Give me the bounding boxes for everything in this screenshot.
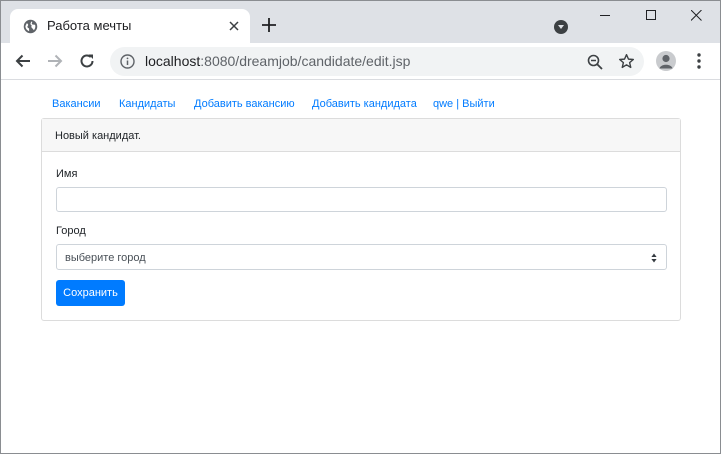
close-window-button[interactable] [674, 1, 720, 31]
avatar-icon [659, 54, 673, 69]
more-vert-icon[interactable] [697, 53, 701, 69]
close-icon [691, 10, 702, 21]
url-text: localhost:8080/dreamjob/candidate/edit.j… [145, 53, 410, 69]
globe-icon [23, 19, 38, 34]
tab-strip: Работа мечты [1, 1, 720, 43]
browser-tab[interactable]: Работа мечты [10, 9, 250, 43]
reload-icon[interactable] [78, 52, 96, 70]
tab-search-chevron-down-icon[interactable] [554, 20, 568, 34]
nav-link-add-vacancy[interactable]: Добавить вакансию [194, 98, 295, 110]
minimize-icon [600, 15, 610, 16]
city-label: Город [56, 225, 86, 237]
address-bar[interactable]: localhost:8080/dreamjob/candidate/edit.j… [110, 47, 644, 76]
browser-window: Работа мечты localhost:8080/dreamjob/can… [0, 0, 721, 454]
new-tab-plus-icon[interactable] [262, 18, 276, 32]
page-content: Вакансии Кандидаты Добавить вакансию Доб… [1, 81, 720, 453]
save-button[interactable]: Сохранить [56, 280, 125, 306]
url-host: localhost [145, 53, 201, 69]
tab-title: Работа мечты [47, 18, 132, 33]
url-path: :8080/dreamjob/candidate/edit.jsp [200, 53, 411, 69]
nav-link-add-candidate[interactable]: Добавить кандидата [312, 98, 417, 110]
site-info-icon[interactable] [120, 54, 135, 69]
card-header: Новый кандидат. [42, 119, 680, 152]
back-arrow-icon[interactable] [14, 52, 32, 70]
bookmark-star-icon[interactable] [618, 53, 635, 70]
maximize-icon [646, 10, 656, 20]
nav-link-candidates[interactable]: Кандидаты [119, 98, 175, 110]
city-select-value: выберите город [65, 252, 146, 264]
nav-link-vacancies[interactable]: Вакансии [52, 98, 101, 110]
candidate-form-card: Новый кандидат. Имя Город выберите город… [41, 118, 681, 321]
name-input[interactable] [56, 187, 667, 212]
save-button-label: Сохранить [63, 287, 118, 299]
name-label: Имя [56, 168, 78, 180]
minimize-button[interactable] [583, 1, 629, 31]
city-select[interactable]: выберите город [56, 244, 667, 270]
browser-toolbar: localhost:8080/dreamjob/candidate/edit.j… [1, 43, 720, 80]
profile-avatar-icon[interactable] [656, 51, 676, 71]
zoom-icon[interactable] [587, 54, 603, 70]
tab-close-icon[interactable] [226, 18, 242, 34]
card-title: Новый кандидат. [55, 130, 141, 142]
maximize-button[interactable] [629, 1, 675, 31]
forward-arrow-icon[interactable] [46, 52, 64, 70]
nav-link-logout[interactable]: qwe | Выйти [433, 98, 495, 110]
select-arrows-icon [651, 253, 657, 263]
